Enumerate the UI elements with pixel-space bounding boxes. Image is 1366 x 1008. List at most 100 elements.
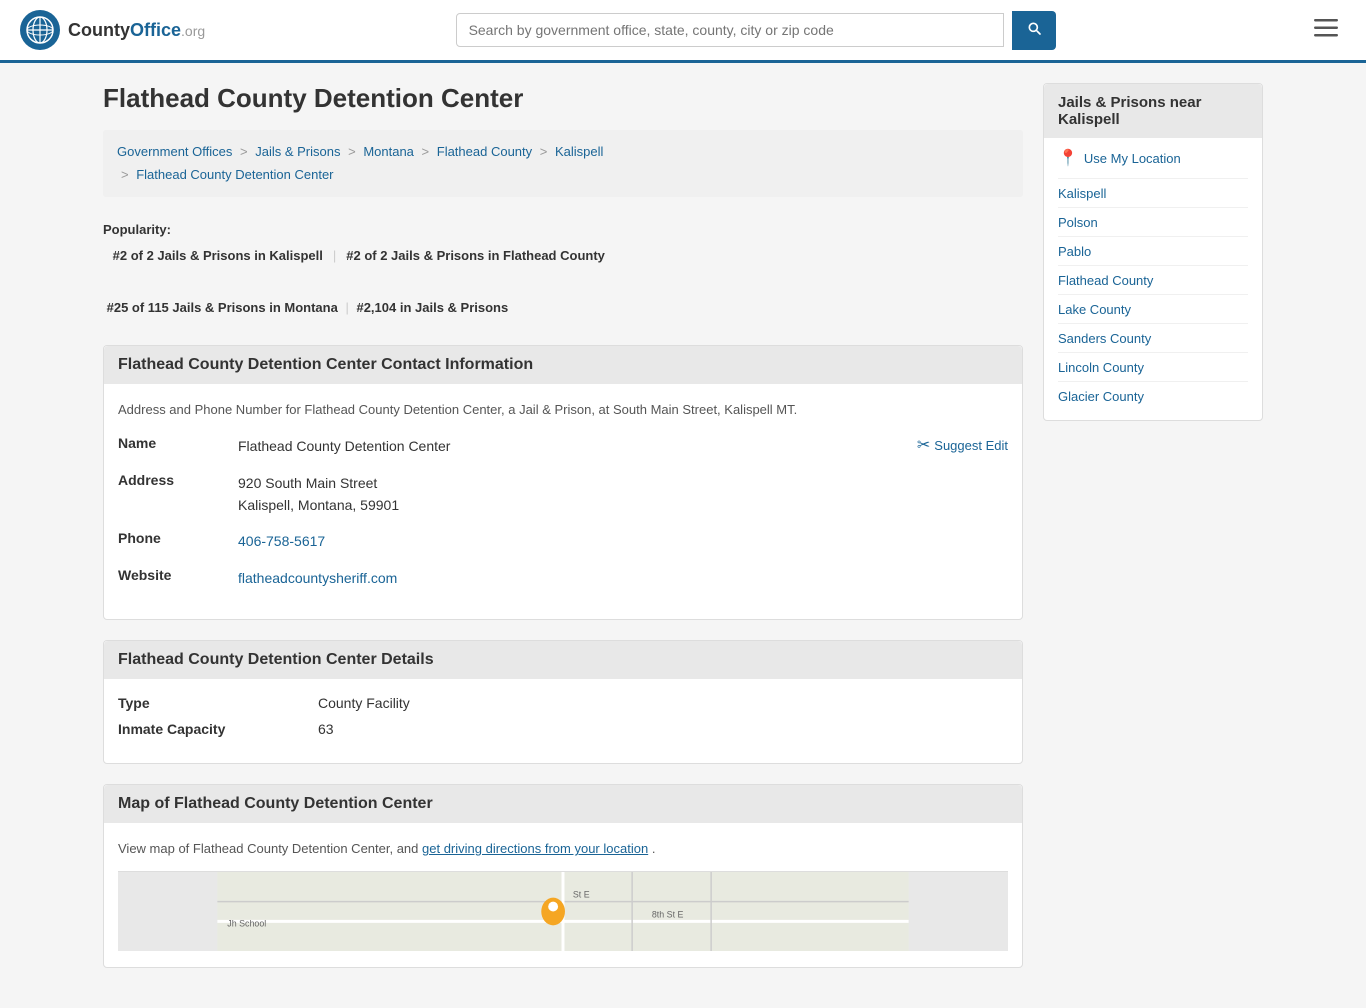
suggest-edit-link[interactable]: ✂ Suggest Edit [917, 435, 1008, 455]
details-section-body: Type County Facility Inmate Capacity 63 [104, 679, 1022, 763]
page-title: Flathead County Detention Center [103, 83, 1023, 114]
map-section: Map of Flathead County Detention Center … [103, 784, 1023, 968]
sidebar-header: Jails & Prisons near Kalispell [1044, 84, 1262, 138]
search-input[interactable] [456, 13, 1004, 47]
logo-text: CountyOffice.org [68, 20, 205, 41]
use-location-button[interactable]: 📍 Use My Location [1058, 148, 1181, 168]
contact-section-header: Flathead County Detention Center Contact… [104, 346, 1022, 384]
menu-button[interactable] [1306, 13, 1346, 47]
breadcrumb-flathead-county[interactable]: Flathead County [437, 144, 532, 159]
phone-row: Phone 406-758-5617 [118, 530, 1008, 552]
edit-icon: ✂ [917, 435, 930, 455]
contact-info-table: Name Flathead County Detention Center ✂ … [118, 435, 1008, 589]
phone-value: 406-758-5617 [238, 530, 1008, 552]
list-item: Flathead County [1058, 265, 1248, 294]
map-desc-start: View map of Flathead County Detention Ce… [118, 841, 422, 856]
pop-item-3: #25 of 115 Jails & Prisons in Montana [107, 300, 338, 315]
contact-section-body: Address and Phone Number for Flathead Co… [104, 384, 1022, 619]
map-image: 8th St E St E Jh School [118, 871, 1008, 951]
website-value: flatheadcountysheriff.com [238, 567, 1008, 589]
details-table: Type County Facility Inmate Capacity 63 [118, 695, 1008, 737]
logo-area: CountyOffice.org [20, 10, 205, 50]
svg-text:Jh School: Jh School [227, 918, 266, 928]
main-content: Flathead County Detention Center Governm… [103, 83, 1023, 988]
capacity-value: 63 [318, 721, 334, 737]
list-item: Lake County [1058, 294, 1248, 323]
capacity-row: Inmate Capacity 63 [118, 721, 1008, 737]
list-item: Polson [1058, 207, 1248, 236]
list-item: Glacier County [1058, 381, 1248, 410]
details-section-header: Flathead County Detention Center Details [104, 641, 1022, 679]
name-label: Name [118, 435, 238, 451]
search-button[interactable] [1012, 11, 1056, 50]
location-pin-icon: 📍 [1058, 148, 1078, 168]
address-line1: 920 South Main Street [238, 475, 377, 491]
breadcrumb-jails-prisons[interactable]: Jails & Prisons [255, 144, 340, 159]
page-container: Flathead County Detention Center Governm… [83, 63, 1283, 1008]
list-item: Lincoln County [1058, 352, 1248, 381]
sidebar-links-list: Kalispell Polson Pablo Flathead County L… [1058, 178, 1248, 410]
address-label: Address [118, 472, 238, 488]
site-header: CountyOffice.org [0, 0, 1366, 63]
website-label: Website [118, 567, 238, 583]
name-value: Flathead County Detention Center [238, 435, 917, 457]
sidebar: Jails & Prisons near Kalispell 📍 Use My … [1043, 83, 1263, 988]
breadcrumb-sep-1: > [240, 144, 248, 159]
sidebar-link-kalispell[interactable]: Kalispell [1058, 186, 1106, 201]
list-item: Sanders County [1058, 323, 1248, 352]
popularity-bar: Popularity: #2 of 2 Jails & Prisons in K… [103, 217, 1023, 321]
address-value: 920 South Main Street Kalispell, Montana… [238, 472, 1008, 517]
sidebar-link-pablo[interactable]: Pablo [1058, 244, 1091, 259]
pop-item-4: #2,104 in Jails & Prisons [356, 300, 508, 315]
breadcrumb-current[interactable]: Flathead County Detention Center [136, 167, 333, 182]
name-row: Name Flathead County Detention Center ✂ … [118, 435, 1008, 457]
phone-label: Phone [118, 530, 238, 546]
website-link[interactable]: flatheadcountysheriff.com [238, 570, 397, 586]
map-section-header: Map of Flathead County Detention Center [104, 785, 1022, 823]
logo-icon [20, 10, 60, 50]
list-item: Pablo [1058, 236, 1248, 265]
list-item: Kalispell [1058, 178, 1248, 207]
svg-text:8th St E: 8th St E [652, 909, 684, 919]
svg-text:St E: St E [573, 889, 590, 899]
sidebar-body: 📍 Use My Location Kalispell Polson Pablo… [1044, 138, 1262, 420]
breadcrumb-sep-5: > [121, 167, 129, 182]
sidebar-link-lake-county[interactable]: Lake County [1058, 302, 1131, 317]
website-row: Website flatheadcountysheriff.com [118, 567, 1008, 589]
address-row: Address 920 South Main Street Kalispell,… [118, 472, 1008, 517]
breadcrumb-montana[interactable]: Montana [363, 144, 414, 159]
sidebar-link-lincoln-county[interactable]: Lincoln County [1058, 360, 1144, 375]
sidebar-header-line2: Kalispell [1058, 111, 1120, 128]
suggest-edit-label: Suggest Edit [934, 438, 1008, 453]
search-area [456, 11, 1056, 50]
breadcrumb: Government Offices > Jails & Prisons > M… [103, 130, 1023, 197]
breadcrumb-sep-2: > [348, 144, 356, 159]
popularity-items: #2 of 2 Jails & Prisons in Kalispell | #… [103, 243, 1023, 269]
type-value: County Facility [318, 695, 410, 711]
sidebar-header-line1: Jails & Prisons near [1058, 94, 1201, 111]
map-section-body: View map of Flathead County Detention Ce… [104, 823, 1022, 967]
type-label: Type [118, 695, 318, 711]
use-location-label: Use My Location [1084, 151, 1181, 166]
sidebar-link-sanders-county[interactable]: Sanders County [1058, 331, 1151, 346]
address-line2: Kalispell, Montana, 59901 [238, 497, 399, 513]
driving-directions-link[interactable]: get driving directions from your locatio… [422, 841, 648, 856]
capacity-label: Inmate Capacity [118, 721, 318, 737]
breadcrumb-government-offices[interactable]: Government Offices [117, 144, 232, 159]
map-desc: View map of Flathead County Detention Ce… [118, 839, 1008, 859]
sidebar-link-glacier-county[interactable]: Glacier County [1058, 389, 1144, 404]
phone-link[interactable]: 406-758-5617 [238, 533, 325, 549]
pop-item-2: #2 of 2 Jails & Prisons in Flathead Coun… [346, 243, 605, 269]
breadcrumb-sep-3: > [422, 144, 430, 159]
breadcrumb-sep-4: > [540, 144, 548, 159]
contact-section: Flathead County Detention Center Contact… [103, 345, 1023, 620]
breadcrumb-kalispell[interactable]: Kalispell [555, 144, 603, 159]
details-section: Flathead County Detention Center Details… [103, 640, 1023, 764]
sidebar-link-polson[interactable]: Polson [1058, 215, 1098, 230]
sidebar-link-flathead-county[interactable]: Flathead County [1058, 273, 1153, 288]
contact-desc: Address and Phone Number for Flathead Co… [118, 400, 1008, 420]
sidebar-box: Jails & Prisons near Kalispell 📍 Use My … [1043, 83, 1263, 421]
pop-item-1: #2 of 2 Jails & Prisons in Kalispell [113, 243, 323, 269]
type-row: Type County Facility [118, 695, 1008, 711]
map-desc-end: . [652, 841, 656, 856]
